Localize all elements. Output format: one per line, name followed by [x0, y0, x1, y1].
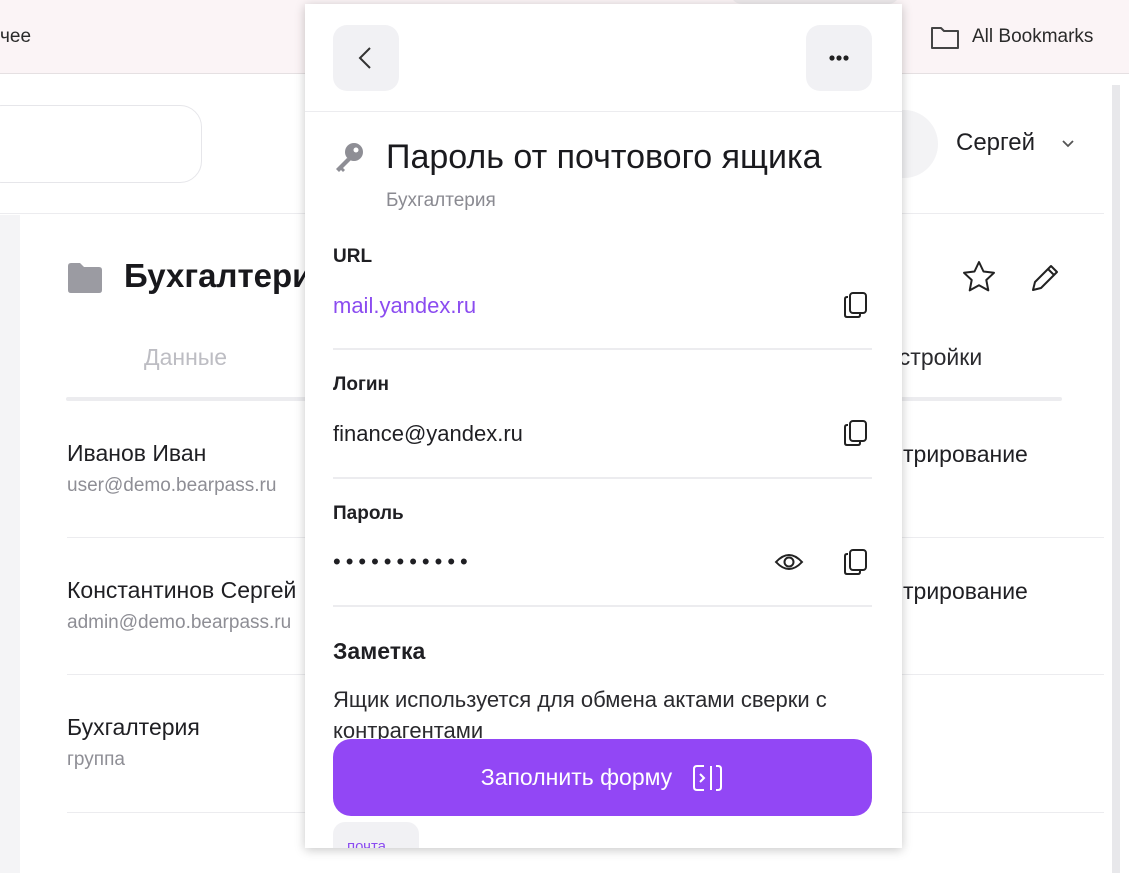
tag-chip[interactable]: почта: [333, 822, 419, 848]
member-row[interactable]: Бухгалтерия группа: [67, 714, 307, 771]
member-email: user@demo.bearpass.ru: [67, 475, 277, 496]
copy-password-button[interactable]: [839, 545, 873, 579]
fill-form-button[interactable]: Заполнить форму: [333, 739, 872, 816]
key-icon: [336, 143, 363, 172]
more-options-button[interactable]: [806, 25, 872, 91]
copy-icon: [844, 420, 867, 446]
copy-url-button[interactable]: [839, 288, 873, 322]
folder-outline-icon: [931, 27, 959, 49]
pencil-icon[interactable]: [1026, 259, 1064, 297]
popup-header: [305, 4, 902, 112]
login-value: finance@yandex.ru: [333, 421, 523, 446]
member-row[interactable]: Константинов Сергей admin@demo.bearpass.…: [67, 577, 307, 634]
member-name: Бухгалтерия: [67, 714, 200, 740]
all-bookmarks-label: All Bookmarks: [972, 26, 1094, 47]
note-text: Ящик используется для обмена актами свер…: [333, 687, 827, 743]
chevron-down-icon[interactable]: [1060, 135, 1076, 151]
tab-data[interactable]: Данные: [144, 344, 227, 371]
member-row[interactable]: Иванов Иван user@demo.bearpass.ru: [67, 440, 307, 497]
field-divider: [333, 477, 872, 479]
bookmark-item-fragment[interactable]: чее: [0, 26, 31, 48]
password-label: Пароль: [333, 503, 404, 524]
member-name: Иванов Иван: [67, 440, 207, 466]
member-name: Константинов Сергей: [67, 577, 297, 603]
member-role[interactable]: трирование: [903, 441, 1028, 468]
url-label: URL: [333, 246, 373, 267]
field-divider: [333, 348, 872, 350]
item-folder: Бухгалтерия: [386, 190, 496, 211]
left-rail: [0, 215, 20, 873]
chevron-left-icon: [358, 47, 371, 69]
member-group-label: группа: [67, 749, 125, 770]
member-email: admin@demo.bearpass.ru: [67, 612, 292, 633]
password-value-masked: •••••••••••: [333, 549, 473, 574]
folder-icon: [68, 263, 102, 293]
star-icon[interactable]: [961, 259, 997, 295]
copy-icon: [844, 292, 867, 318]
folder-title: Бухгалтерия: [124, 257, 332, 294]
copy-login-button[interactable]: [839, 416, 873, 450]
show-password-button[interactable]: [772, 545, 806, 579]
all-bookmarks-button[interactable]: All Bookmarks: [930, 24, 1093, 50]
back-button[interactable]: [333, 25, 399, 91]
note-label: Заметка: [333, 638, 426, 664]
fill-form-icon: [693, 764, 723, 791]
user-menu-name[interactable]: Сергей: [956, 129, 1035, 157]
item-title: Пароль от почтового ящика: [386, 138, 822, 176]
search-input[interactable]: [0, 105, 202, 183]
scrollbar[interactable]: [1112, 85, 1120, 873]
password-item-popup: Пароль от почтового ящика Бухгалтерия UR…: [305, 4, 902, 848]
eye-icon: [774, 554, 804, 570]
member-role[interactable]: трирование: [903, 578, 1028, 605]
field-divider: [333, 605, 872, 607]
more-dots-icon: [829, 55, 849, 61]
login-label: Логин: [333, 374, 390, 395]
url-link[interactable]: mail.yandex.ru: [333, 293, 476, 319]
tag-label: почта: [347, 838, 386, 848]
copy-icon: [844, 549, 867, 575]
fill-form-label: Заполнить форму: [480, 764, 673, 790]
